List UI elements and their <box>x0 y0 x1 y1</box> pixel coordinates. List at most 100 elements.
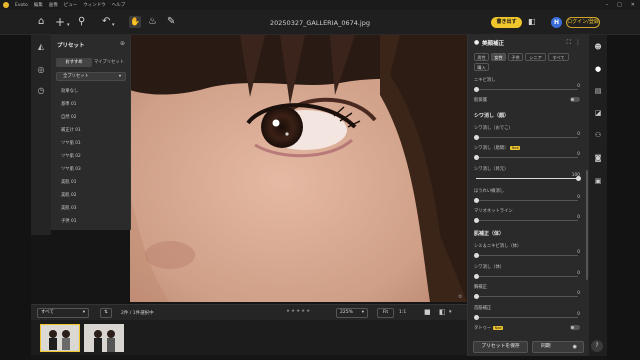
tab-male[interactable]: 男性 <box>474 53 489 61</box>
preset-item[interactable]: 補正け 01 <box>61 127 81 133</box>
preset-item[interactable]: 美肌 02 <box>61 192 76 198</box>
history-icon[interactable]: ◷ <box>36 86 46 96</box>
slider-handle[interactable] <box>473 218 479 223</box>
scrollbar[interactable] <box>586 170 588 280</box>
slider-track[interactable] <box>473 253 578 258</box>
slider-handle[interactable] <box>575 176 581 181</box>
single-view-icon[interactable]: ■ <box>424 308 431 316</box>
menu-window[interactable]: ウィンドウ <box>83 2 106 8</box>
slider-handle[interactable] <box>473 253 479 258</box>
adjustment-label-text: 胸補正 <box>474 285 487 290</box>
fit-button[interactable]: Fit <box>377 308 394 318</box>
slider-track[interactable] <box>473 315 578 320</box>
hand-tool-icon[interactable]: ✋ <box>129 16 141 28</box>
chevron-down-icon[interactable]: ▾ <box>449 309 452 315</box>
close-icon[interactable]: ✕ <box>631 2 635 8</box>
sort-button[interactable]: ⇅ <box>100 308 112 318</box>
more-icon[interactable]: ⋮ <box>575 39 581 46</box>
add-preset-icon[interactable]: ⊕ <box>120 40 125 47</box>
tab-recommended[interactable]: おすすめ <box>56 58 92 67</box>
preset-item[interactable]: 美肌 03 <box>61 205 76 211</box>
export-button[interactable]: 書き出す <box>491 17 522 28</box>
menu-edit[interactable]: 編集 <box>34 2 43 8</box>
group-icon[interactable]: ☻ <box>593 42 603 52</box>
chevron-down-icon[interactable]: ▾ <box>67 19 70 31</box>
tab-female[interactable]: 女性 <box>491 53 506 61</box>
preset-item[interactable]: 効果なし <box>61 88 78 94</box>
tab-my-presets[interactable]: マイプリセット <box>92 58 126 67</box>
face-retouch-icon[interactable]: ● <box>593 64 603 74</box>
add-icon[interactable]: + <box>55 16 65 28</box>
body-icon[interactable]: ⚇ <box>593 130 603 140</box>
brush-icon[interactable]: ♨ <box>148 16 157 28</box>
undo-icon[interactable]: ↶ <box>102 16 110 28</box>
avatar[interactable]: H <box>551 17 562 28</box>
help-icon[interactable]: ? <box>591 340 603 352</box>
tab-all[interactable]: すべて <box>548 53 569 61</box>
left-tool-rail: ◭ ◎ ◷ <box>31 35 51 235</box>
tab-purchase[interactable]: 購入 <box>474 63 489 71</box>
search-icon[interactable]: ⚲ <box>78 16 85 28</box>
layers-icon[interactable]: ▤ <box>593 86 603 96</box>
preset-item[interactable]: 自然 02 <box>61 114 76 120</box>
menu-help[interactable]: ヘルプ <box>112 2 126 8</box>
eraser-icon[interactable]: ✎ <box>167 16 175 28</box>
slider-handle[interactable] <box>473 294 479 299</box>
preset-tool-icon[interactable]: ◭ <box>36 42 46 52</box>
slider-track[interactable] <box>473 274 578 279</box>
preset-item[interactable]: 基準 01 <box>61 101 76 107</box>
thumbnail-image <box>84 324 124 352</box>
slider-handle[interactable] <box>473 315 479 320</box>
toggle-switch[interactable] <box>570 97 580 102</box>
slider-track[interactable] <box>473 294 578 299</box>
tab-child[interactable]: 子供 <box>508 53 523 61</box>
sync-settings-icon[interactable]: ◉ <box>573 342 577 352</box>
menu-image[interactable]: 画像 <box>49 2 58 8</box>
slider-handle[interactable] <box>473 135 479 140</box>
filter-select[interactable]: すべて ▾ <box>37 308 89 318</box>
toggle-switch[interactable] <box>570 325 580 330</box>
minimize-icon[interactable]: – <box>606 2 609 8</box>
preset-item[interactable]: ツヤ肌 02 <box>61 153 81 159</box>
login-button[interactable]: ログイン/登録 <box>566 17 600 28</box>
undo-menu-chevron-icon[interactable]: ▾ <box>112 19 115 31</box>
slider-track[interactable] <box>476 176 581 181</box>
thumbnail[interactable] <box>84 324 124 352</box>
adjustment-label: 肌保護 <box>474 97 487 103</box>
rating-stars-icon[interactable]: ★★★★★ <box>286 309 311 314</box>
filter-tool-icon[interactable]: ◎ <box>36 65 46 75</box>
compare-view-icon[interactable]: ◧ <box>439 308 446 316</box>
preset-item[interactable]: ツヤ肌 01 <box>61 140 81 146</box>
preset-item[interactable]: 美肌 01 <box>61 179 76 185</box>
preset-item[interactable]: ツヤ肌 03 <box>61 166 81 172</box>
slider-track[interactable] <box>473 218 578 223</box>
zoom-select[interactable]: 225% ▾ <box>336 308 368 318</box>
tab-senior[interactable]: シニア <box>525 53 546 61</box>
menu-view[interactable]: ビュー <box>64 2 78 8</box>
slider-handle[interactable] <box>473 155 479 160</box>
slider-track[interactable] <box>473 135 578 140</box>
preset-filter-select[interactable]: 全プリセット ▾ <box>56 72 126 81</box>
expand-icon[interactable]: ⛶ <box>567 39 571 47</box>
background-icon[interactable]: ▣ <box>593 176 603 186</box>
home-icon[interactable]: ⌂ <box>38 16 44 28</box>
sync-button[interactable]: 同期 ◉ <box>532 341 584 353</box>
slider-handle[interactable] <box>473 198 479 203</box>
app-window: Evoto 編集 画像 ビュー ウィンドウ ヘルプ – □ ✕ ⌂ + ▾ ⚲ … <box>0 0 640 360</box>
camera-icon[interactable]: ◙ <box>593 153 603 163</box>
slider-track[interactable] <box>473 155 578 160</box>
ratio-button[interactable]: 1:1 <box>399 310 406 315</box>
save-preset-button[interactable]: プリセットを保存 <box>473 341 528 353</box>
color-icon[interactable]: ◪ <box>593 108 603 118</box>
maximize-icon[interactable]: □ <box>617 2 622 8</box>
slider-handle[interactable] <box>473 274 479 279</box>
slider-track[interactable] <box>473 87 578 92</box>
compare-icon[interactable]: ◧ <box>528 16 536 28</box>
slider-handle[interactable] <box>473 87 479 92</box>
photo-canvas[interactable] <box>130 35 467 302</box>
slider-track[interactable] <box>473 198 578 203</box>
panel-toggle-icon[interactable]: ⚙ <box>458 294 462 300</box>
preset-item[interactable]: 子供 01 <box>61 218 76 224</box>
sync-button-label: 同期 <box>541 344 551 349</box>
thumbnail-selected[interactable] <box>40 324 80 352</box>
